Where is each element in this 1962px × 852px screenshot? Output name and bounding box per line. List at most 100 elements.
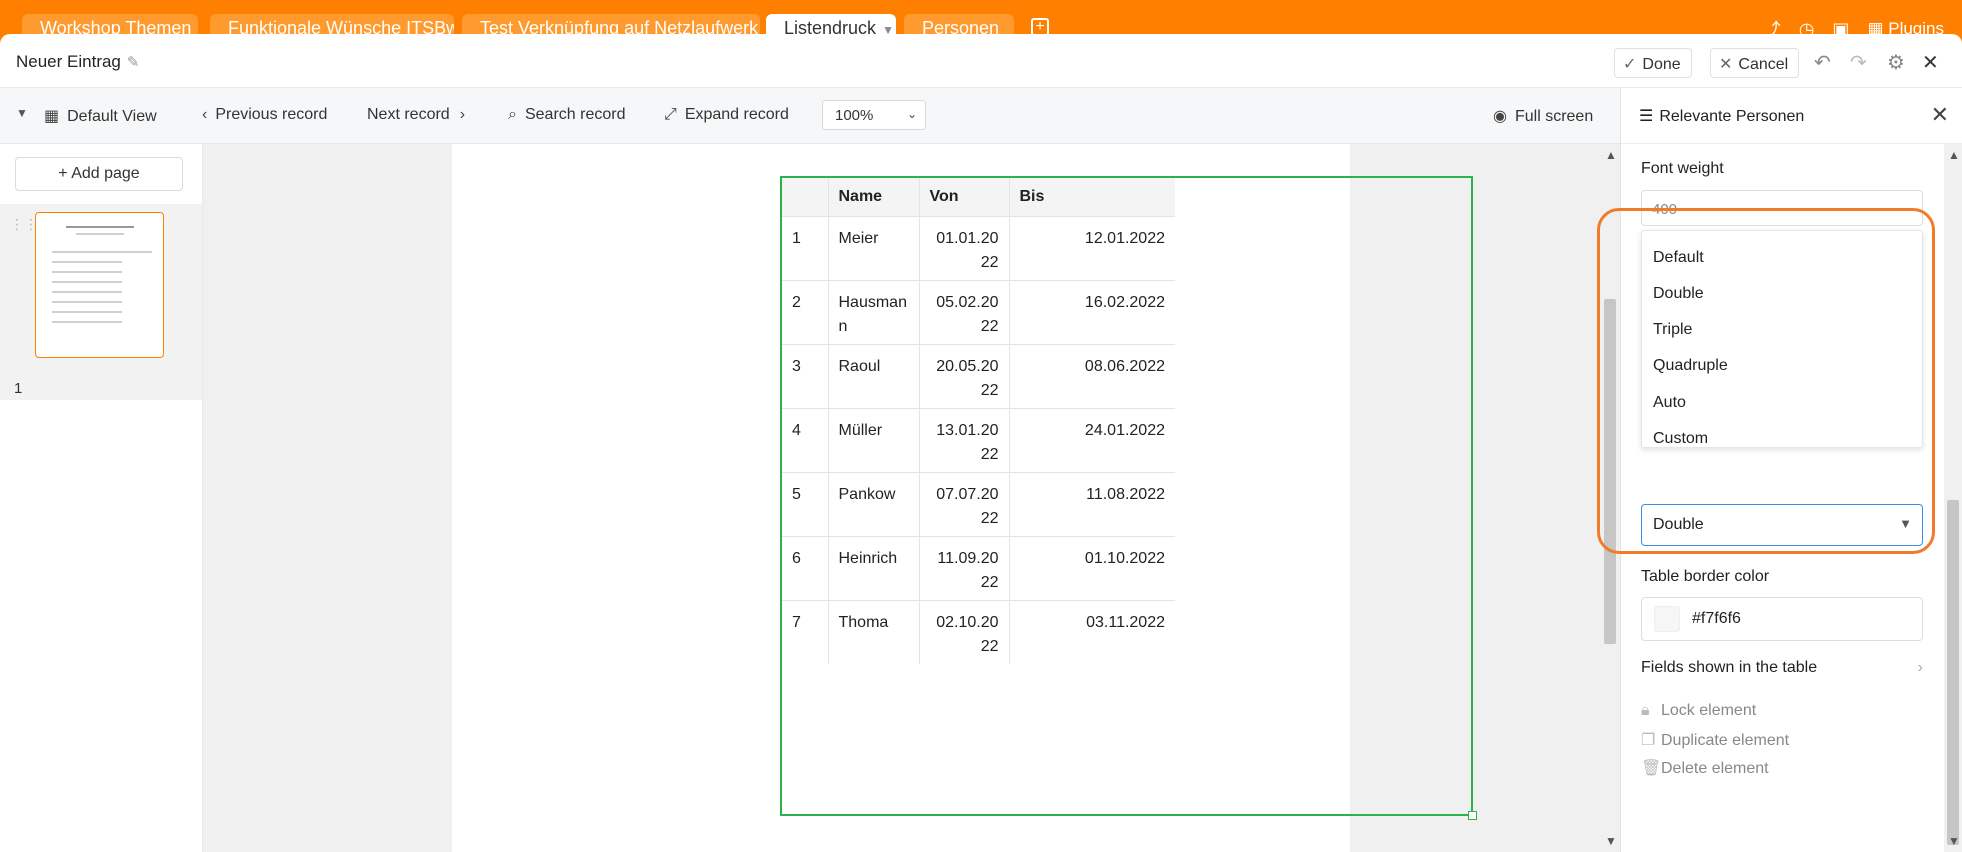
previous-label: Previous record (215, 106, 328, 123)
panel-title: ☰ Relevante Personen (1639, 106, 1804, 126)
page-number: 1 (14, 380, 23, 397)
border-color-label: Table border color (1641, 568, 1770, 585)
border-color-value: #f7f6f6 (1692, 610, 1741, 627)
dropdown-option-double[interactable]: Double (1642, 277, 1922, 311)
previous-record-button[interactable]: ‹ Previous record (202, 106, 327, 124)
chevron-down-icon: ▼ (1899, 516, 1912, 531)
column-header-number (782, 178, 828, 216)
search-icon: ⌕ (508, 106, 517, 123)
dropdown-option-custom[interactable]: Custom (1642, 422, 1922, 447)
row-height-select[interactable]: Double ▼ (1641, 504, 1923, 546)
lock-icon: 🔒︎ (1641, 702, 1650, 719)
table-row: 3 Raoul 20.05.2022 08.06.2022 (782, 343, 1175, 408)
fields-shown-label: Fields shown in the table (1641, 659, 1818, 676)
edit-icon[interactable]: ✎ (127, 54, 140, 71)
scroll-down-icon[interactable]: ▼ (1948, 834, 1960, 848)
panel-title-text: Relevante Personen (1659, 108, 1805, 125)
next-label: Next record (367, 106, 450, 123)
dropdown-option-quadruple[interactable]: Quadruple (1642, 349, 1922, 383)
search-label: Search record (524, 106, 626, 123)
cell-von: 01.01.2022 (918, 215, 1009, 280)
scrollbar-thumb[interactable] (1604, 299, 1616, 644)
drag-handle-icon[interactable]: ⋮⋮ (10, 216, 38, 233)
trash-icon: 🗑︎ (1641, 760, 1662, 777)
cell-name: Pankow (827, 471, 919, 536)
gear-icon[interactable]: ⚙ (1887, 50, 1905, 75)
cell-von: 13.01.2022 (918, 407, 1009, 472)
cell-von: 05.02.2022 (918, 279, 1009, 344)
delete-element-button[interactable]: 🗑︎Delete element (1641, 758, 1769, 778)
panel-header: ☰ Relevante Personen ✕ (1621, 88, 1962, 144)
cell-name: Hausmann (827, 279, 919, 344)
next-record-button[interactable]: Next record › (367, 106, 473, 124)
dropdown-option-auto[interactable]: Auto (1642, 386, 1922, 420)
record-title: Neuer Eintrag ✎ (16, 52, 139, 72)
full-screen-label: Full screen (1514, 108, 1594, 125)
cell-von: 07.07.2022 (918, 471, 1009, 536)
cell-bis: 08.06.2022 (1008, 343, 1175, 408)
expand-icon: ⤢ (664, 106, 677, 123)
chevron-right-icon: › (1917, 659, 1923, 676)
table-row: 1 Meier 01.01.2022 12.01.2022 (782, 215, 1175, 280)
redo-icon[interactable]: ↷ (1850, 50, 1867, 75)
add-page-button[interactable]: + Add page (15, 157, 183, 191)
scroll-down-icon[interactable]: ▼ (1605, 834, 1617, 848)
plus-icon: + (58, 165, 68, 182)
table-row: 2 Hausmann 05.02.2022 16.02.2022 (782, 279, 1175, 344)
done-button[interactable]: ✓ Done (1614, 48, 1692, 78)
collapse-caret-icon[interactable]: ▼ (16, 106, 28, 120)
done-label: Done (1642, 56, 1681, 73)
border-color-field[interactable]: #f7f6f6 (1641, 597, 1923, 641)
full-screen-button[interactable]: ◉ Full screen (1493, 106, 1593, 126)
table-element[interactable]: Name Von Bis 1 Meier 01.01.2022 12.01.20… (780, 176, 1477, 820)
dropdown-option-default[interactable]: Default (1642, 241, 1922, 275)
close-panel-icon[interactable]: ✕ (1931, 102, 1949, 128)
expand-record-button[interactable]: ⤢ Expand record (664, 106, 789, 124)
view-selector[interactable]: ▦ Default View (44, 106, 157, 126)
font-weight-label: Font weight (1641, 160, 1724, 177)
panel-scrollbar[interactable]: ▲ ▼ (1944, 144, 1962, 852)
duplicate-element-button[interactable]: ❐ Duplicate element (1641, 730, 1789, 750)
cell-number: 4 (782, 407, 828, 472)
page-paper: Name Von Bis 1 Meier 01.01.2022 12.01.20… (452, 144, 1477, 852)
cell-bis: 24.01.2022 (1008, 407, 1175, 472)
cell-name: Heinrich (827, 535, 919, 600)
cell-number: 7 (782, 599, 828, 664)
list-icon: ☰ (1639, 108, 1654, 125)
close-modal-icon[interactable]: ✕ (1922, 50, 1939, 75)
font-weight-select[interactable]: 400 (1641, 190, 1923, 226)
lock-element-button[interactable]: 🔒︎ Lock element (1641, 702, 1756, 720)
table-row: 4 Müller 13.01.2022 24.01.2022 (782, 407, 1175, 472)
toolbar: ▼ ▦ Default View ‹ Previous record Next re… (0, 88, 1620, 144)
cell-bis: 01.10.2022 (1008, 535, 1175, 600)
page-thumbnail[interactable] (35, 212, 164, 358)
lock-element-label: Lock element (1661, 702, 1757, 719)
row-height-value: Double (1653, 516, 1704, 533)
table-row: 7 Thoma 02.10.2022 03.11.2022 (782, 599, 1175, 664)
zoom-select[interactable]: 100% ⌄ (822, 100, 926, 130)
undo-icon[interactable]: ↶ (1814, 50, 1831, 75)
scrollbar-thumb[interactable] (1947, 500, 1959, 845)
cell-number: 5 (782, 471, 828, 536)
page-thumbnail-row[interactable]: ⋮⋮ 1 (0, 204, 202, 400)
cell-von: 11.09.2022 (918, 535, 1009, 600)
cell-name: Raoul (827, 343, 919, 408)
add-page-label: Add page (71, 165, 140, 182)
scroll-up-icon[interactable]: ▲ (1605, 148, 1617, 162)
resize-handle[interactable] (1468, 811, 1477, 820)
scroll-up-icon[interactable]: ▲ (1948, 148, 1960, 162)
dropdown-option-triple[interactable]: Triple (1642, 313, 1922, 347)
cell-bis: 16.02.2022 (1008, 279, 1175, 344)
row-height-dropdown-menu: Default Double Triple Quadruple Auto Cus… (1641, 230, 1923, 448)
cell-number: 6 (782, 535, 828, 600)
fields-shown-link[interactable]: Fields shown in the table › (1641, 659, 1923, 677)
font-weight-value: 400 (1652, 201, 1678, 218)
cell-name: Meier (827, 215, 919, 280)
table-header-row: Name Von Bis (782, 178, 1175, 216)
canvas-scrollbar[interactable]: ▲ ▼ (1601, 144, 1620, 852)
cancel-button[interactable]: ✕ Cancel (1710, 48, 1800, 78)
cell-number: 2 (782, 279, 828, 344)
check-icon: ✓ (1623, 56, 1637, 73)
color-swatch[interactable] (1654, 606, 1680, 632)
search-record-button[interactable]: ⌕ Search record (508, 106, 625, 124)
